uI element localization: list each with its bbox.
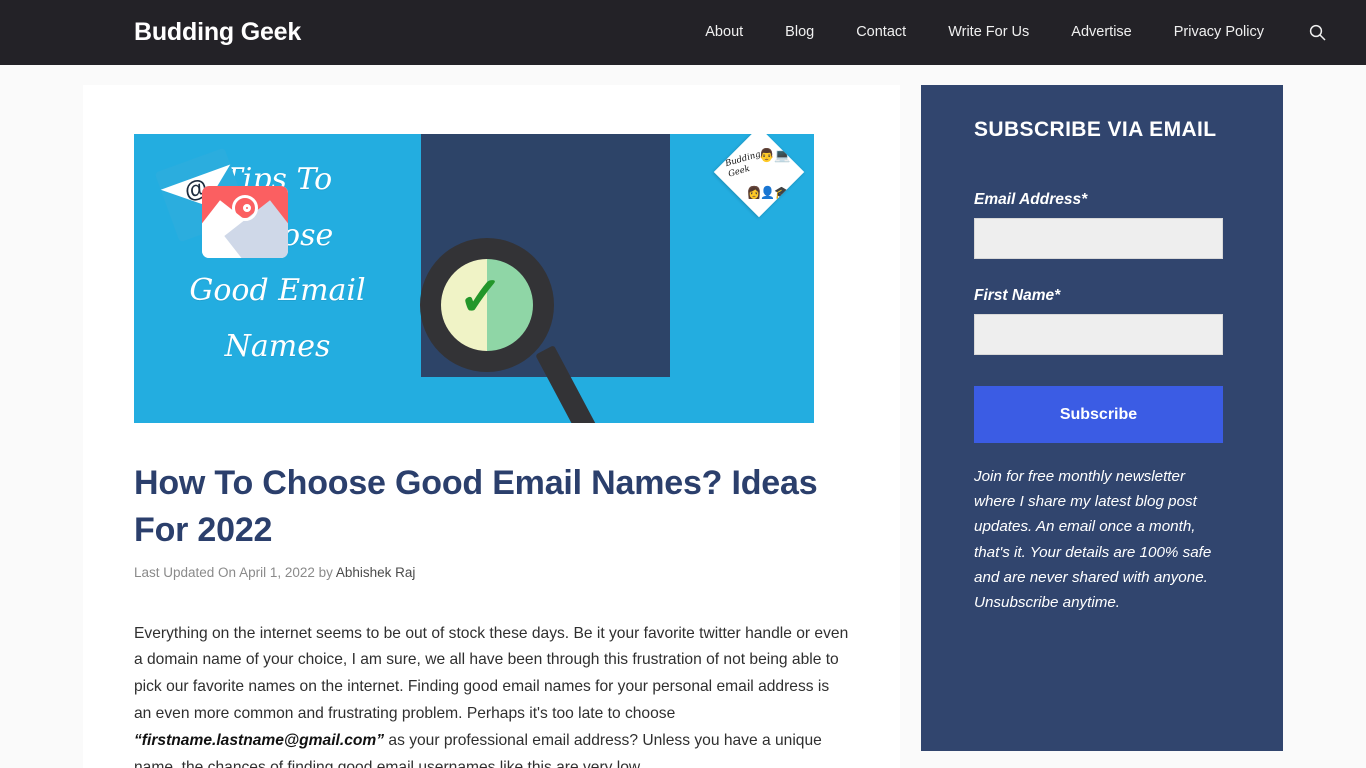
article-body-part-1: Everything on the internet seems to be o… — [134, 624, 849, 722]
first-name-field[interactable] — [974, 314, 1223, 355]
featured-image-logo-badge: Budding Geek 👨💻 👩👤🎓 — [713, 134, 805, 218]
first-name-field-label: First Name* — [974, 287, 1061, 304]
envelope-red-icon — [202, 186, 288, 258]
nav-item-blog[interactable]: Blog — [764, 0, 835, 65]
featured-image: Tips To Choose Good Email Names @ — [134, 134, 814, 423]
site-logo[interactable]: Budding Geek — [134, 18, 301, 47]
site-header: Budding Geek About Blog Contact Write Fo… — [0, 0, 1366, 65]
page-title: How To Choose Good Email Names? Ideas Fo… — [134, 464, 818, 550]
nav-item-about[interactable]: About — [684, 0, 764, 65]
article-body-highlight: “firstname.lastname@gmail.com” — [134, 731, 385, 749]
overlay-title-line-3: Good Email — [189, 273, 366, 308]
page-content-wrapper: Tips To Choose Good Email Names @ — [0, 65, 1366, 768]
sidebar-description: Join for free monthly newsletter where I… — [974, 468, 1212, 612]
sidebar-subscribe-widget: SUBSCRIBE VIA EMAIL Email Address* First… — [921, 85, 1283, 751]
search-icon — [1309, 24, 1326, 41]
article-meta-date: Last Updated On April 1, 2022 by — [134, 564, 336, 580]
logo-badge-inner: Budding Geek 👨💻 👩👤🎓 — [724, 139, 790, 203]
nav-item-privacy-policy[interactable]: Privacy Policy — [1153, 0, 1285, 65]
email-field-label: Email Address* — [974, 191, 1088, 208]
nav-item-advertise[interactable]: Advertise — [1050, 0, 1152, 65]
overlay-title-line-4: Names — [224, 328, 331, 364]
article-author[interactable]: Abhishek Raj — [336, 565, 416, 580]
at-symbol-red-inner — [243, 204, 251, 212]
main-navigation: About Blog Contact Write For Us Advertis… — [684, 0, 1336, 65]
sidebar-title: SUBSCRIBE VIA EMAIL — [974, 118, 1217, 141]
search-toggle-button[interactable] — [1285, 24, 1336, 41]
nav-item-contact[interactable]: Contact — [835, 0, 927, 65]
at-symbol-red-icon — [232, 195, 258, 221]
logo-badge-figures-top: 👨💻 — [758, 147, 790, 163]
article-meta: Last Updated On April 1, 2022 by Abhishe… — [134, 565, 849, 580]
subscribe-button[interactable]: Subscribe — [974, 386, 1223, 443]
logo-badge-figures-bottom: 👩👤🎓 — [746, 185, 789, 200]
article-card: Tips To Choose Good Email Names @ — [83, 85, 900, 768]
checkmark-icon: ✓ — [458, 267, 504, 327]
email-field[interactable] — [974, 218, 1223, 259]
nav-item-write-for-us[interactable]: Write For Us — [927, 0, 1050, 65]
article-body-paragraph: Everything on the internet seems to be o… — [134, 621, 849, 768]
